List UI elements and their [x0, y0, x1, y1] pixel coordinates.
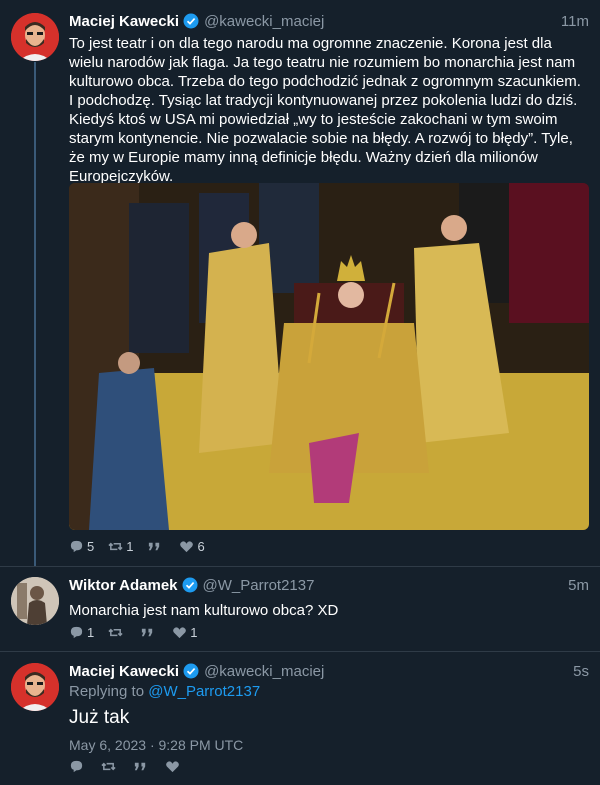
- thread-line: [34, 62, 36, 567]
- retweet-button[interactable]: [108, 625, 126, 640]
- replying-prefix: Replying to: [69, 683, 145, 700]
- avatar[interactable]: [11, 13, 59, 61]
- tweet-main: Maciej Kawecki @kawecki_maciej 11m To je…: [69, 11, 589, 186]
- tweet-time[interactable]: 5s: [573, 663, 589, 680]
- like-count: 6: [197, 539, 205, 554]
- heart-icon: [166, 761, 179, 773]
- author-name[interactable]: Maciej Kawecki: [69, 663, 179, 680]
- retweet-icon: [101, 762, 116, 771]
- quote-icon: [134, 762, 146, 771]
- comment-icon: [70, 540, 83, 553]
- avatar[interactable]: [11, 663, 59, 711]
- tweet-image[interactable]: [69, 183, 589, 530]
- quote-button[interactable]: [147, 539, 165, 554]
- tweet-actions: 1 1: [69, 625, 211, 640]
- heart-icon: [173, 627, 187, 639]
- replying-handle-link[interactable]: @W_Parrot2137: [148, 683, 260, 700]
- tweet-text: Już tak: [69, 707, 130, 728]
- verified-badge-icon: [183, 13, 199, 29]
- like-count: 1: [190, 625, 198, 640]
- reply-button[interactable]: 1: [69, 625, 94, 640]
- reply-button[interactable]: [69, 759, 87, 774]
- tweet-time[interactable]: 11m: [561, 13, 589, 30]
- reply-count: 1: [87, 625, 95, 640]
- tweet-time[interactable]: 5m: [568, 577, 589, 594]
- tweet-actions: 5 1 6: [69, 539, 219, 554]
- quote-button[interactable]: [133, 759, 151, 774]
- tweet-timestamp[interactable]: May 6, 2023 · 9:28 PM UTC: [69, 737, 589, 753]
- like-button[interactable]: [165, 759, 183, 774]
- verified-badge-icon: [183, 663, 199, 679]
- retweet-icon: [108, 628, 123, 637]
- quote-button[interactable]: [140, 625, 158, 640]
- tweet-text: To jest teatr i on dla tego narodu ma og…: [69, 35, 581, 185]
- retweet-button[interactable]: 1: [108, 539, 133, 554]
- tweet-text: Monarchia jest nam kulturowo obca? XD: [69, 602, 339, 619]
- quote-icon: [142, 628, 153, 637]
- tweet-focused: Maciej Kawecki @kawecki_maciej 5s Replyi…: [69, 661, 589, 754]
- avatar[interactable]: [11, 577, 59, 625]
- author-name[interactable]: Maciej Kawecki: [69, 13, 179, 30]
- comment-icon: [70, 626, 83, 639]
- author-name[interactable]: Wiktor Adamek: [69, 577, 178, 594]
- author-handle[interactable]: @kawecki_maciej: [204, 13, 324, 30]
- divider: [0, 651, 600, 652]
- tweet-actions: [69, 759, 197, 774]
- tweet-reply: Wiktor Adamek @W_Parrot2137 5m Monarchia…: [69, 575, 589, 620]
- reply-count: 5: [87, 539, 95, 554]
- comment-icon: [70, 760, 83, 773]
- like-button[interactable]: 6: [179, 539, 205, 554]
- author-handle[interactable]: @kawecki_maciej: [204, 663, 324, 680]
- like-button[interactable]: 1: [172, 625, 197, 640]
- reply-button[interactable]: 5: [69, 539, 94, 554]
- author-handle[interactable]: @W_Parrot2137: [203, 577, 315, 594]
- heart-icon: [180, 541, 194, 553]
- replying-to: Replying to @W_Parrot2137: [69, 683, 589, 700]
- retweet-icon: [108, 542, 123, 551]
- quote-icon: [149, 542, 160, 551]
- divider: [0, 566, 600, 567]
- retweet-count: 1: [126, 539, 134, 554]
- verified-badge-icon: [182, 577, 198, 593]
- retweet-button[interactable]: [101, 759, 119, 774]
